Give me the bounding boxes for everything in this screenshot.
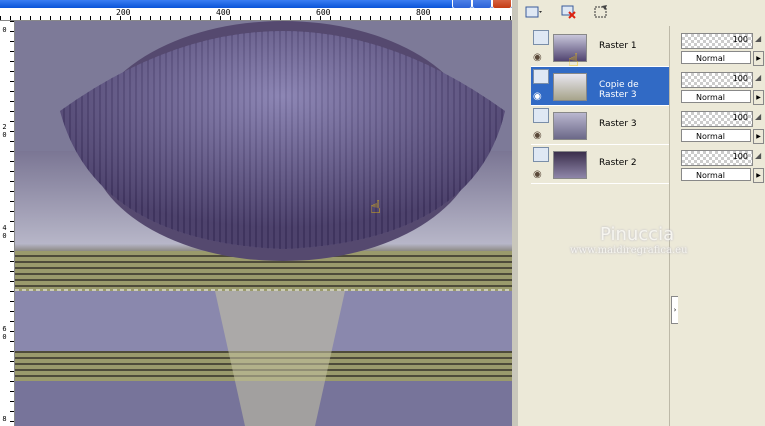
layer-name: Raster 2 [599, 158, 637, 168]
layer-prop-row: 100 ◢ Normal ▶ [681, 109, 764, 147]
layer-properties: 100 ◢ Normal ▶ 100 ◢ Normal ▶ 100 ◢ Norm… [678, 26, 765, 426]
lock-icon[interactable]: ◢ [755, 112, 761, 121]
layer-prop-row: 100 ◢ Normal ▶ [681, 148, 764, 186]
lock-icon[interactable]: ◢ [755, 34, 761, 43]
pointing-hand-icon: ☝ [370, 197, 381, 218]
layer-name: Raster 3 [599, 119, 637, 129]
eye-icon[interactable]: ◉ [533, 52, 542, 63]
layer-prop-row: 100 ◢ Normal ▶ [681, 31, 764, 69]
artwork [15, 21, 512, 426]
layer-name: Raster 1 [599, 41, 637, 51]
layer-row-raster-1[interactable]: ◉ Raster 1 [531, 28, 669, 67]
mask-button[interactable] [590, 2, 612, 22]
layer-row-raster-3[interactable]: ◉ Raster 3 [531, 106, 669, 145]
ruler-tick-label: 0 [2, 131, 7, 139]
opacity-value: 100 [732, 113, 748, 122]
image-window-titlebar[interactable] [0, 0, 512, 9]
delete-layer-button[interactable] [558, 2, 580, 22]
layer-row-copie-de-raster-3[interactable]: ◉ Copie de Raster 3 [531, 67, 669, 106]
delete-layer-icon [561, 5, 576, 19]
opacity-slider[interactable]: 100 [681, 150, 753, 166]
layer-prop-row: 100 ◢ Normal ▶ [681, 70, 764, 108]
ruler-tick-label: 8 [2, 415, 7, 423]
left-ruler: 0 2 0 4 0 6 0 8 [0, 21, 15, 426]
blend-mode-select[interactable]: Normal [681, 129, 751, 142]
watermark-name: Pinuccia [600, 224, 675, 245]
blend-mode-arrow[interactable]: ▶ [753, 129, 764, 144]
lock-icon[interactable]: ◢ [755, 151, 761, 160]
layer-type-icon [533, 30, 549, 45]
blend-mode-arrow[interactable]: ▶ [753, 90, 764, 105]
lock-icon[interactable]: ◢ [755, 73, 761, 82]
layer-thumbnail [553, 151, 587, 179]
opacity-slider[interactable]: 100 [681, 111, 753, 127]
watermark-site: www.maidiregrafica.eu [570, 245, 688, 256]
mask-icon [594, 5, 607, 18]
ruler-tick-label: 0 [2, 26, 7, 34]
blend-mode-arrow[interactable]: ▶ [753, 168, 764, 183]
blend-mode-arrow[interactable]: ▶ [753, 51, 764, 66]
pointing-hand-icon: ☝ [568, 50, 579, 71]
blend-mode-select[interactable]: Normal [681, 168, 751, 181]
new-layer-icon [525, 6, 542, 18]
opacity-value: 100 [732, 35, 748, 44]
opacity-slider[interactable]: 100 [681, 72, 753, 88]
eye-icon[interactable]: ◉ [533, 91, 542, 102]
layer-thumbnail [553, 112, 587, 140]
ruler-tick-label: 600 [316, 8, 331, 17]
eye-icon[interactable]: ◉ [533, 169, 542, 180]
opacity-value: 100 [732, 74, 748, 83]
top-ruler: 200 400 600 800 [0, 8, 512, 21]
eye-icon[interactable]: ◉ [533, 130, 542, 141]
ruler-tick-label: 400 [216, 8, 231, 17]
layer-thumbnail [553, 73, 587, 101]
ruler-tick-label: 800 [416, 8, 431, 17]
ruler-tick-label: 200 [116, 8, 131, 17]
opacity-slider[interactable]: 100 [681, 33, 753, 49]
layers-toolbar [518, 0, 765, 26]
layer-type-icon [533, 108, 549, 123]
ruler-tick-label: 0 [2, 333, 7, 341]
ruler-tick-label: 2 [2, 123, 7, 131]
ruler-tick-label: 0 [2, 232, 7, 240]
new-layer-button[interactable] [522, 2, 544, 22]
layer-name: Copie de Raster 3 [599, 80, 639, 100]
ruler-tick-label: 4 [2, 224, 7, 232]
canvas-scrollbar[interactable] [512, 0, 518, 426]
layer-type-icon [533, 69, 549, 84]
layer-type-icon [533, 147, 549, 162]
blend-mode-select[interactable]: Normal [681, 90, 751, 103]
opacity-value: 100 [732, 152, 748, 161]
image-canvas[interactable]: ☝ [15, 21, 512, 426]
ruler-tick-label: 6 [2, 325, 7, 333]
blend-mode-select[interactable]: Normal [681, 51, 751, 64]
layer-row-raster-2[interactable]: ◉ Raster 2 [531, 145, 669, 184]
